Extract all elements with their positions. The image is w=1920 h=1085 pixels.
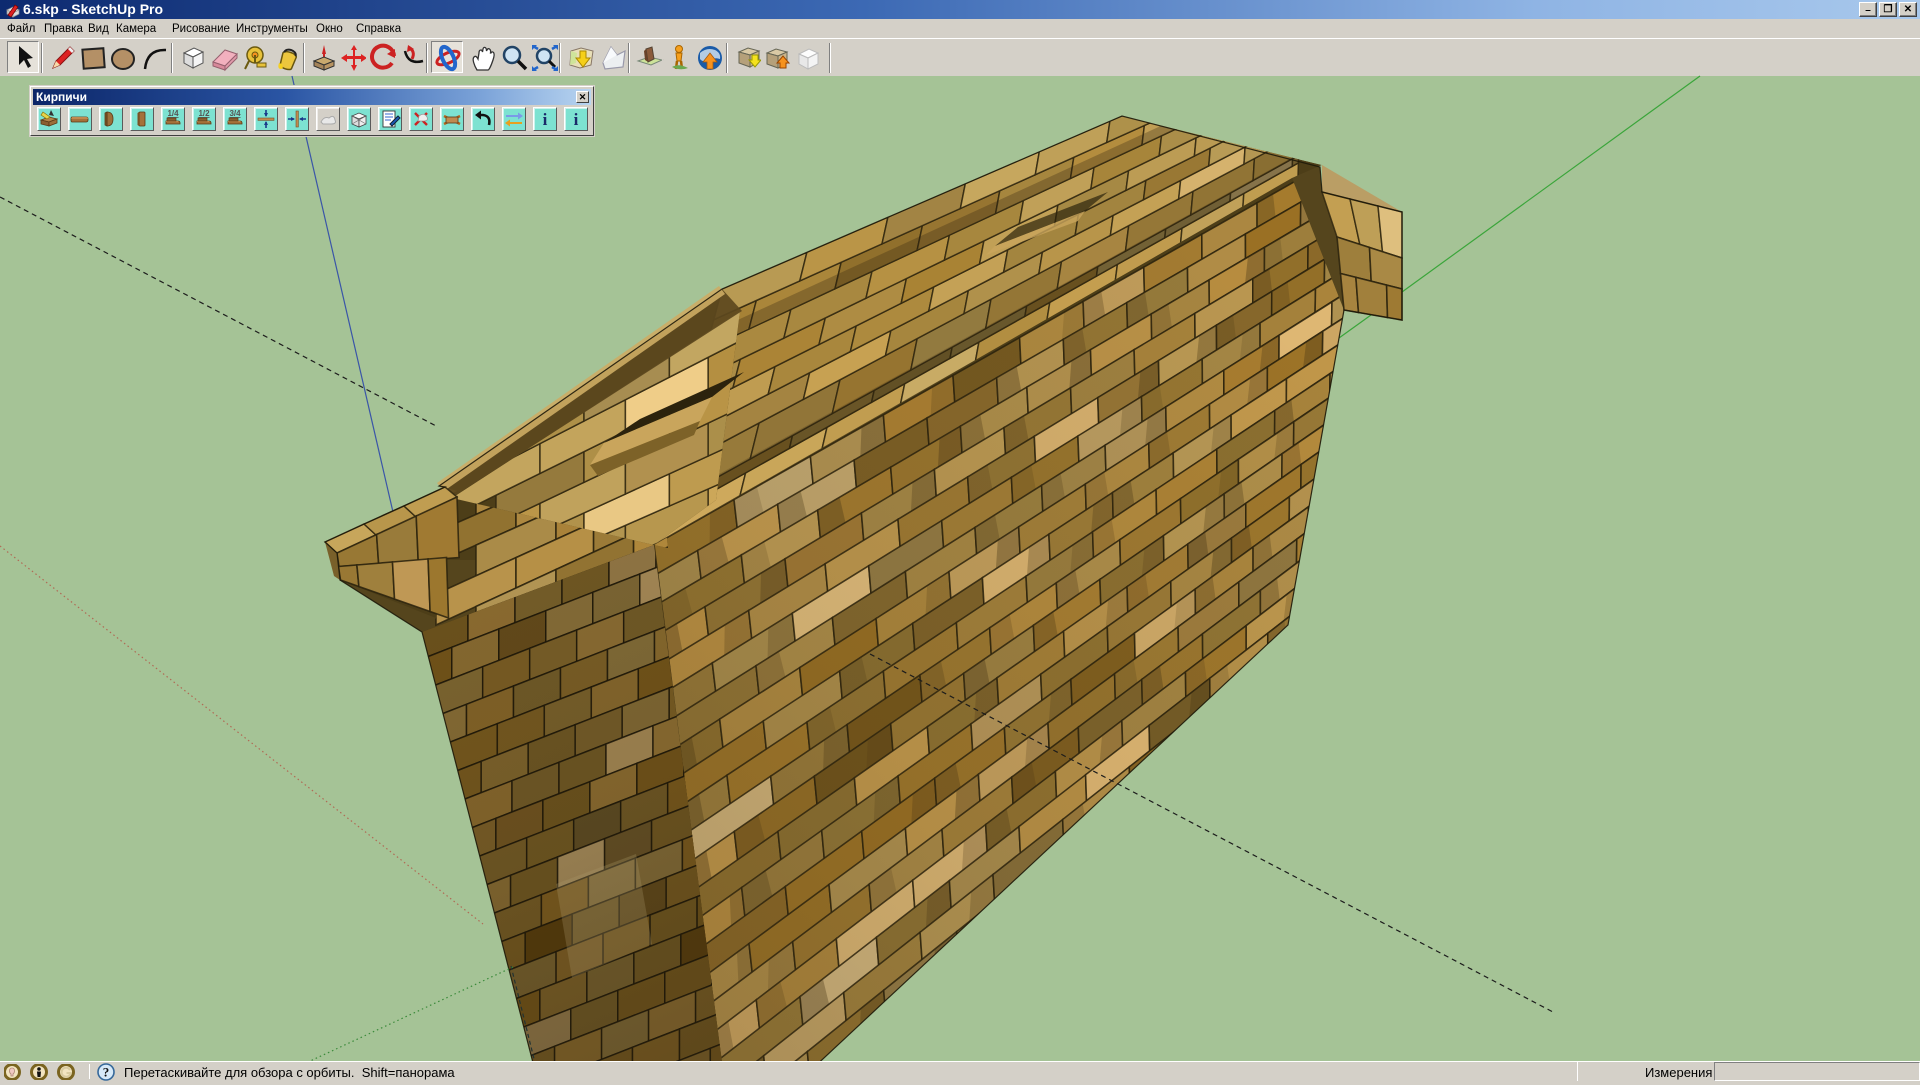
svg-text:1/4: 1/4 bbox=[167, 109, 179, 118]
svg-text:i: i bbox=[574, 110, 579, 129]
svg-text:i: i bbox=[543, 110, 548, 129]
svg-text:?: ? bbox=[103, 1065, 110, 1080]
svg-text:3/4: 3/4 bbox=[229, 109, 241, 118]
svg-text:1/2: 1/2 bbox=[198, 109, 210, 118]
